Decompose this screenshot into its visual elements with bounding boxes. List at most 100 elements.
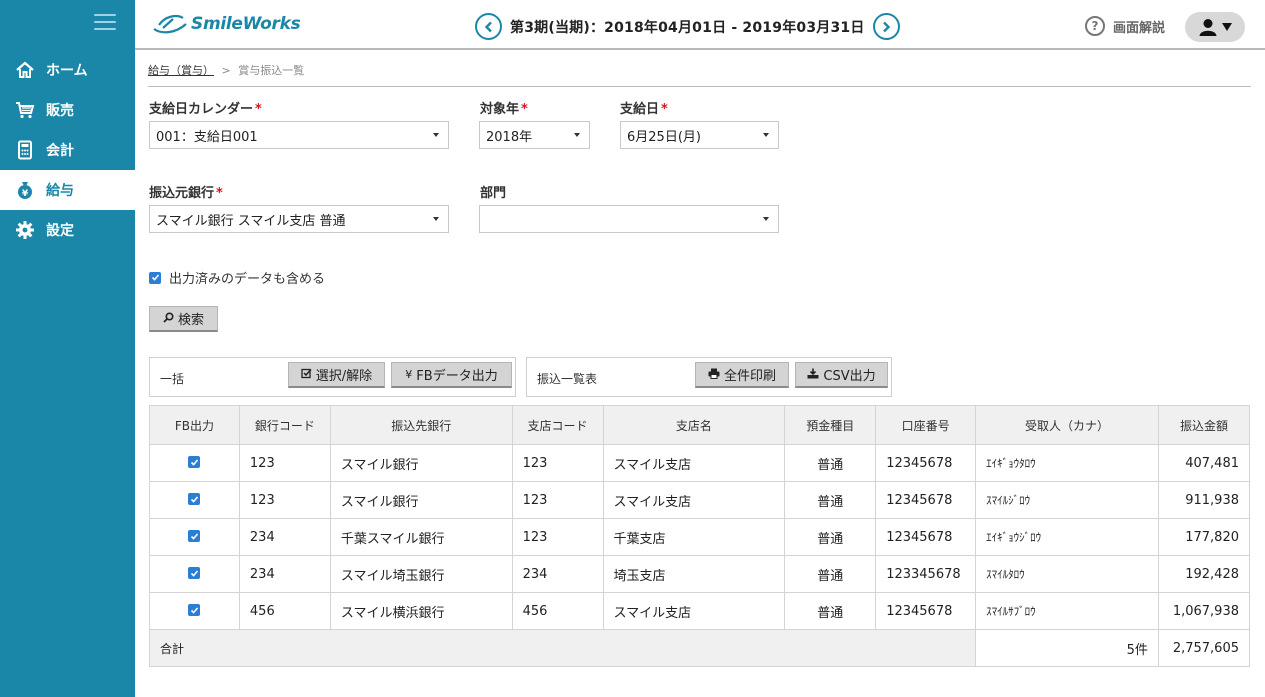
logo[interactable]: SmileWorks <box>153 12 301 36</box>
amount-cell: 407,481 <box>1157 444 1251 482</box>
hamburger-menu-icon[interactable] <box>94 14 116 32</box>
source-bank-select[interactable]: スマイル銀行 スマイル支店 普通 <box>149 205 449 233</box>
top-header: SmileWorks 第3期(当期)：2018年04月01日 - 2019年03… <box>135 0 1265 50</box>
account-number-cell: 12345678 <box>875 481 977 519</box>
nav-item-accounting[interactable]: 会計 <box>0 130 135 170</box>
column-header-bank: 振込先銀行 <box>329 405 513 445</box>
deposit-type-cell: 普通 <box>784 518 877 556</box>
question-icon: ? <box>1085 16 1105 36</box>
fb-output-checkbox[interactable] <box>188 567 201 579</box>
dept-select[interactable] <box>479 205 779 233</box>
logo-text: SmileWorks <box>191 14 301 34</box>
bank-code-cell: 123 <box>238 481 331 519</box>
bank-cell: 千葉スマイル銀行 <box>329 518 513 556</box>
fb-output-cell <box>149 555 240 593</box>
bulk-panel-label: 一括 <box>160 372 185 386</box>
source-bank-select-value: スマイル銀行 スマイル支店 普通 <box>156 213 346 229</box>
prev-period-button[interactable] <box>475 13 502 40</box>
fb-output-checkbox[interactable] <box>188 493 201 505</box>
branch-cell: スマイル支店 <box>602 481 786 519</box>
column-header-branch-code: 支店コード <box>511 405 604 445</box>
payday-select-value: 6月25日(月) <box>627 129 701 145</box>
table-total-row: 合計 5件 2,757,605 <box>148 629 1251 667</box>
include-output-checkbox[interactable] <box>149 271 161 284</box>
bank-cell: スマイル横浜銀行 <box>329 592 513 630</box>
payee-cell: ｴｲｷﾞｮｳﾀﾛｳ <box>975 444 1159 482</box>
column-header-bank-code: 銀行コード <box>238 405 331 445</box>
search-button[interactable]: 検索 <box>149 306 218 332</box>
table-row: 123 スマイル銀行 123 スマイル支店 普通 12345678 ｽﾏｲﾙｼﾞ… <box>149 481 1251 519</box>
check-icon <box>190 458 199 466</box>
column-header-payee: 受取人（カナ） <box>975 405 1159 445</box>
bank-code-cell: 234 <box>238 518 331 556</box>
payee-cell: ｽﾏｲﾙﾀﾛｳ <box>975 555 1159 593</box>
branch-cell: スマイル支店 <box>602 592 786 630</box>
csv-output-button[interactable]: CSV出力 <box>795 362 888 388</box>
bank-label-text: 振込元銀行 <box>149 186 215 201</box>
nav-item-settings[interactable]: 設定 <box>0 210 135 250</box>
help-link[interactable]: ? 画面解説 <box>1085 16 1165 36</box>
transfer-list-panel: 振込一覧表 全件印刷 CSV出力 <box>526 357 892 397</box>
bank-code-cell: 456 <box>238 592 331 630</box>
required-mark: * <box>255 102 262 117</box>
nav-item-salary[interactable]: ¥ 給与 <box>0 170 135 210</box>
bank-cell: スマイル銀行 <box>329 444 513 482</box>
deposit-type-cell: 普通 <box>784 444 877 482</box>
breadcrumb-divider <box>148 86 1251 87</box>
calculator-icon <box>14 139 36 161</box>
required-mark: * <box>661 102 668 117</box>
table-row: 234 千葉スマイル銀行 123 千葉支店 普通 12345678 ｴｲｷﾞｮｳ… <box>149 518 1251 556</box>
check-icon <box>190 606 199 614</box>
column-header-deposit-type: 預金種目 <box>784 405 877 445</box>
check-icon <box>190 495 199 503</box>
total-count: 5件 <box>975 629 1159 667</box>
branch-code-cell: 234 <box>511 555 604 593</box>
breadcrumb-parent-link[interactable]: 給与（賞与） <box>148 64 214 77</box>
deposit-type-cell: 普通 <box>784 592 877 630</box>
column-header-fb-output: FB出力 <box>149 405 240 445</box>
nav-item-label: ホーム <box>46 63 88 79</box>
payee-cell: ｽﾏｲﾙｼﾞﾛｳ <box>975 481 1159 519</box>
check-icon <box>151 274 159 281</box>
bank-code-cell: 234 <box>238 555 331 593</box>
checkbox-icon <box>301 368 312 382</box>
yen-icon: ¥ <box>405 368 413 381</box>
next-period-button[interactable] <box>872 13 900 40</box>
select-toggle-button[interactable]: 選択/解除 <box>288 362 385 388</box>
fb-output-checkbox[interactable] <box>188 530 201 542</box>
calendar-label-text: 支給日カレンダー <box>149 102 254 117</box>
fb-output-checkbox[interactable] <box>188 456 201 468</box>
chevron-left-icon <box>484 21 492 32</box>
gear-icon <box>14 219 36 241</box>
breadcrumb: 給与（賞与） > 賞与振込一覧 <box>148 62 304 78</box>
table-row: 456 スマイル横浜銀行 456 スマイル支店 普通 12345678 ｽﾏｲﾙ… <box>149 592 1251 630</box>
user-menu-button[interactable] <box>1185 12 1245 42</box>
amount-cell: 177,820 <box>1157 518 1251 556</box>
payday-select[interactable]: 6月25日(月) <box>620 121 779 149</box>
nav-item-label: 給与 <box>46 183 74 199</box>
print-all-button[interactable]: 全件印刷 <box>695 362 789 388</box>
required-mark: * <box>521 102 528 117</box>
caret-down-icon <box>1221 23 1232 31</box>
account-number-cell: 12345678 <box>875 444 977 482</box>
search-icon <box>163 311 174 326</box>
nav-item-sales[interactable]: 販売 <box>0 90 135 130</box>
required-mark: * <box>216 186 223 201</box>
year-label-text: 対象年 <box>480 102 520 117</box>
year-select[interactable]: 2018年 <box>479 121 590 149</box>
nav-item-label: 設定 <box>46 223 74 239</box>
check-icon <box>190 569 199 577</box>
chevron-down-icon <box>763 133 769 137</box>
amount-cell: 911,938 <box>1157 481 1251 519</box>
nav-item-home[interactable]: ホーム <box>0 50 135 90</box>
fb-output-checkbox[interactable] <box>188 604 201 616</box>
calendar-select[interactable]: 001：支給日001 <box>149 121 449 149</box>
money-bag-icon: ¥ <box>14 179 36 201</box>
account-number-cell: 123345678 <box>875 555 977 593</box>
select-toggle-label: 選択/解除 <box>315 369 373 384</box>
list-panel-label: 振込一覧表 <box>537 372 598 386</box>
chevron-right-icon <box>883 21 891 32</box>
branch-code-cell: 123 <box>511 481 604 519</box>
fb-output-button[interactable]: ¥ FBデータ出力 <box>391 362 512 388</box>
fb-output-cell <box>149 592 240 630</box>
